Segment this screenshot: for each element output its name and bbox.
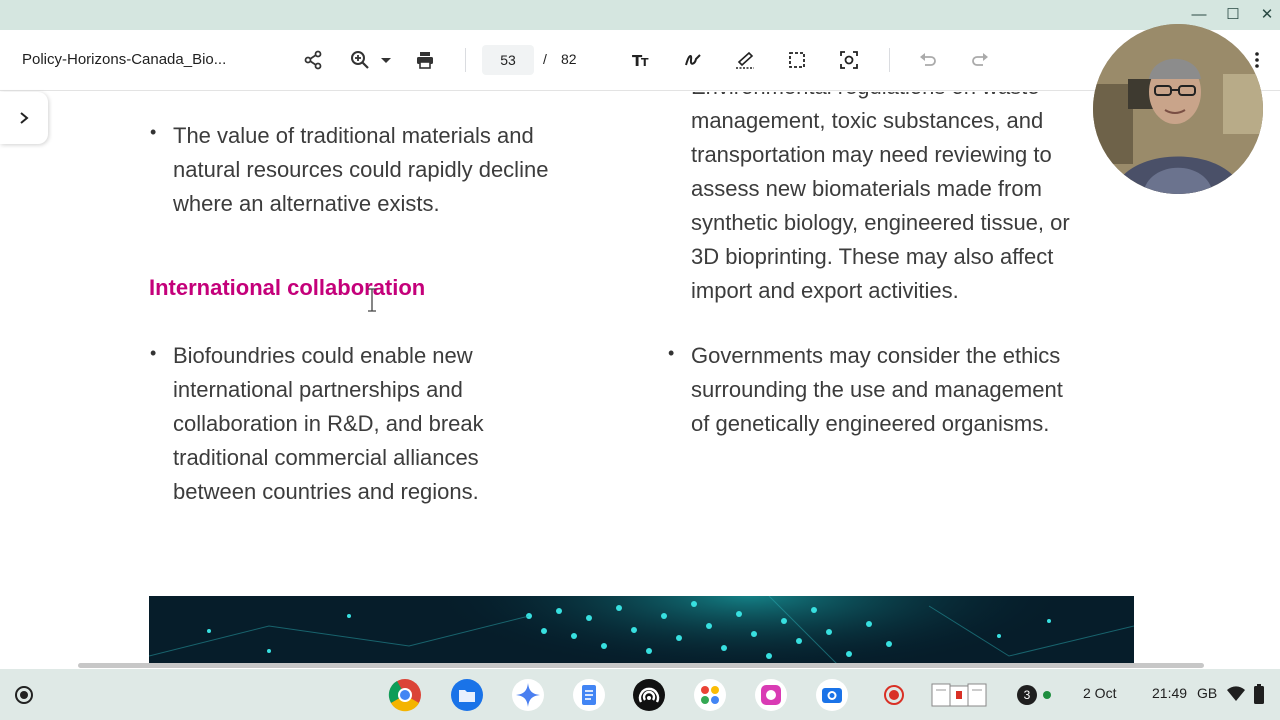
keyboard-region[interactable]: GB (1197, 685, 1217, 701)
chrome-icon[interactable] (387, 677, 423, 713)
network-banner-image (149, 596, 1134, 664)
svg-text:T: T (641, 56, 649, 69)
notification-count-badge[interactable]: 3 (1017, 685, 1037, 705)
text-line: The value of traditional materials and (173, 123, 534, 148)
left-bullet-1: The value of traditional materials and n… (173, 119, 613, 221)
camera-icon[interactable] (814, 677, 850, 713)
text-line: collaboration in R&D, and break (173, 411, 484, 436)
right-bullet-2: Governments may consider the ethics surr… (691, 339, 1131, 441)
tote-icon[interactable] (925, 677, 991, 713)
text-line: natural resources could rapidly decline (173, 157, 549, 182)
docs-icon[interactable] (571, 677, 607, 713)
window-title-strip: — ☐ ✕ (0, 0, 1280, 30)
gemini-icon[interactable] (510, 677, 546, 713)
text-line: surrounding the use and management (691, 377, 1063, 402)
shelf-date[interactable]: 2 Oct (1083, 685, 1116, 701)
text-line: between countries and regions. (173, 479, 479, 504)
text-line: international partnerships and (173, 377, 463, 402)
close-icon[interactable]: ✕ (1256, 4, 1278, 26)
share-icon[interactable] (300, 47, 326, 73)
text-line: 3D bioprinting. These may also affect (691, 244, 1054, 269)
pdf-toolbar: Policy-Horizons-Canada_Bio... 53 / 82 TT (0, 30, 1280, 91)
bullet-dot: • (668, 343, 675, 363)
draw-icon[interactable] (680, 47, 706, 73)
chevron-down-icon[interactable] (375, 47, 397, 73)
right-top-paragraph: Environmental regulations on waste manag… (691, 92, 1131, 308)
status-dot-icon (1043, 691, 1051, 699)
screenshot-icon[interactable] (836, 47, 862, 73)
redo-icon[interactable] (967, 47, 993, 73)
webcam-overlay (1093, 24, 1263, 194)
page-separator: / (543, 51, 547, 67)
text-cursor-icon (368, 288, 376, 312)
select-area-icon[interactable] (784, 47, 810, 73)
section-heading: International collaboration (149, 275, 426, 300)
text-line: transportation may need reviewing to (691, 142, 1052, 167)
text-line: assess new biomaterials made from (691, 176, 1042, 201)
canvas-icon[interactable] (753, 677, 789, 713)
text-icon[interactable]: TT (628, 47, 654, 73)
screen-record-icon[interactable] (876, 677, 912, 713)
text-line: import and export activities. (691, 278, 959, 303)
minimize-icon[interactable]: — (1188, 4, 1210, 26)
chevron-right-icon (20, 112, 29, 124)
sidebar-toggle[interactable] (0, 92, 48, 144)
print-icon[interactable] (412, 47, 438, 73)
toolbar-divider (465, 48, 466, 72)
pdf-page-view: Environmental regulations on waste manag… (0, 92, 1280, 664)
system-shelf: 3 2 Oct 21:49 GB (0, 669, 1280, 720)
maximize-icon[interactable]: ☐ (1222, 4, 1244, 26)
app-grid-icon[interactable] (692, 677, 728, 713)
podcast-icon[interactable] (631, 677, 667, 713)
page-number-input[interactable]: 53 (482, 45, 534, 75)
left-bullet-2: Biofoundries could enable new internatio… (173, 339, 613, 509)
undo-icon[interactable] (915, 47, 941, 73)
text-line: traditional commercial alliances (173, 445, 479, 470)
bullet-dot: • (150, 122, 157, 142)
launcher-icon[interactable] (6, 677, 42, 713)
files-icon[interactable] (449, 677, 485, 713)
text-line: where an alternative exists. (173, 191, 440, 216)
right-top-partial-line: Environmental regulations on waste (691, 92, 1131, 104)
total-pages: 82 (561, 51, 577, 67)
battery-icon[interactable] (1254, 684, 1264, 709)
wifi-icon[interactable] (1227, 686, 1245, 707)
text-line: Governments may consider the ethics (691, 343, 1061, 368)
text-line: synthetic biology, engineered tissue, or (691, 210, 1070, 235)
document-title: Policy-Horizons-Canada_Bio... (22, 51, 227, 68)
bullet-dot: • (150, 343, 157, 363)
text-line: management, toxic substances, and (691, 108, 1044, 133)
toolbar-divider (889, 48, 890, 72)
shelf-time[interactable]: 21:49 (1152, 685, 1187, 701)
horizontal-scrollbar[interactable] (78, 663, 1204, 668)
signature-icon[interactable] (732, 47, 758, 73)
text-line: of genetically engineered organisms. (691, 411, 1050, 436)
zoom-in-icon[interactable] (347, 47, 373, 73)
text-line: Biofoundries could enable new (173, 343, 473, 368)
